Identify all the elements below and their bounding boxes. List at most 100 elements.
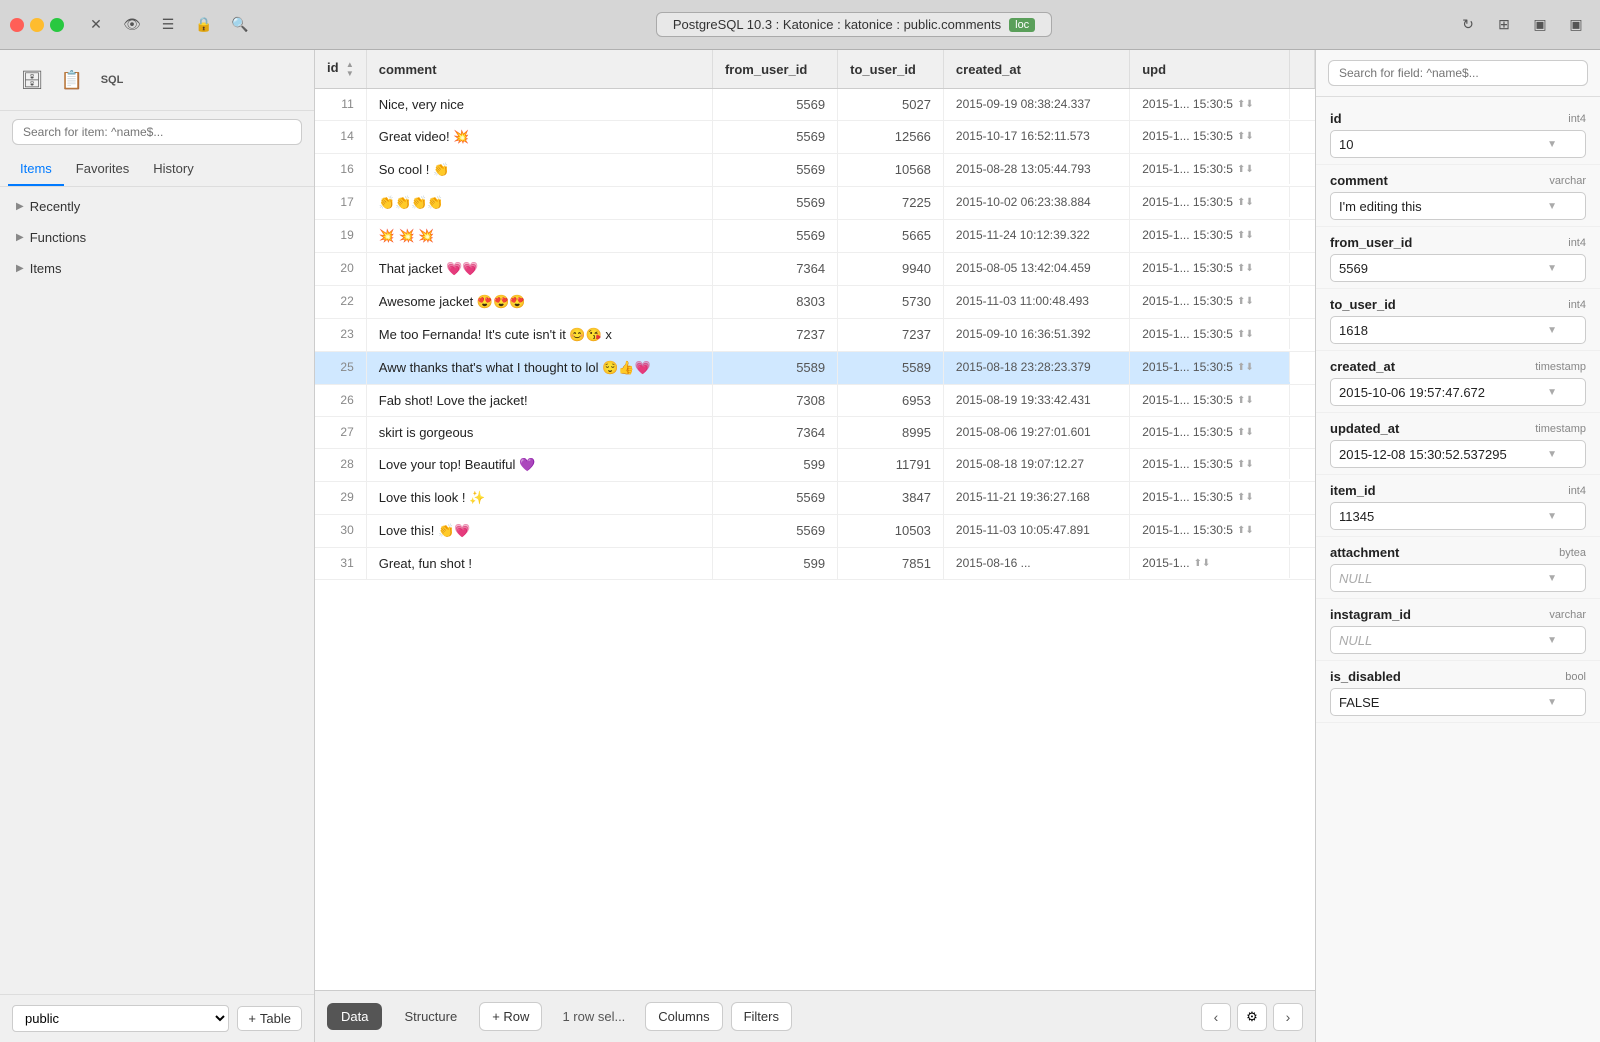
cell-upd: 2015-1... ⬆⬇ <box>1130 548 1289 578</box>
table-row[interactable]: 17 👏👏👏👏 5569 7225 2015-10-02 06:23:38.88… <box>315 187 1315 220</box>
panel-right-icon[interactable]: ▣ <box>1562 11 1590 39</box>
field-item: instagram_id varchar NULL ▼ <box>1316 599 1600 661</box>
field-value-dropdown[interactable]: NULL ▼ <box>1330 564 1586 592</box>
next-page-button[interactable]: › <box>1273 1003 1303 1031</box>
eye-icon[interactable]: 👁 <box>118 11 146 39</box>
lock-icon[interactable]: 🔒 <box>190 11 218 39</box>
field-value-dropdown[interactable]: 1618 ▼ <box>1330 316 1586 344</box>
sql-icon[interactable]: SQL <box>92 60 132 100</box>
cell-from-user-id: 7237 <box>712 319 837 352</box>
columns-button[interactable]: Columns <box>645 1002 722 1031</box>
table-row[interactable]: 22 Awesome jacket 😍😍😍 8303 5730 2015-11-… <box>315 286 1315 319</box>
table-row[interactable]: 27 skirt is gorgeous 7364 8995 2015-08-0… <box>315 417 1315 449</box>
cell-created-at: 2015-11-24 10:12:39.322 <box>943 220 1129 253</box>
plus-icon: + <box>248 1011 256 1026</box>
cell-id: 30 <box>315 515 366 548</box>
field-value-dropdown[interactable]: 2015-10-06 19:57:47.672 ▼ <box>1330 378 1586 406</box>
table-row[interactable]: 16 So cool ! 👏 5569 10568 2015-08-28 13:… <box>315 154 1315 187</box>
tab-data[interactable]: Data <box>327 1003 382 1030</box>
list-icon[interactable]: ☰ <box>154 11 182 39</box>
cell-to-user-id: 10568 <box>838 154 944 187</box>
fullscreen-button[interactable] <box>50 18 64 32</box>
cell-created-at: 2015-08-05 13:42:04.459 <box>943 253 1129 286</box>
table-row[interactable]: 11 Nice, very nice 5569 5027 2015-09-19 … <box>315 89 1315 121</box>
table-row[interactable]: 20 That jacket 💗💗 7364 9940 2015-08-05 1… <box>315 253 1315 286</box>
field-item: is_disabled bool FALSE ▼ <box>1316 661 1600 723</box>
sidebar-top-icons: 🗄 📋 SQL <box>0 50 314 111</box>
table-row[interactable]: 29 Love this look ! ✨ 5569 3847 2015-11-… <box>315 482 1315 515</box>
col-header-created-at[interactable]: created_at <box>943 50 1129 89</box>
col-header-from-user-id[interactable]: from_user_id <box>712 50 837 89</box>
field-value-dropdown[interactable]: 2015-12-08 15:30:52.537295 ▼ <box>1330 440 1586 468</box>
table-row[interactable]: 23 Me too Fernanda! It's cute isn't it 😊… <box>315 319 1315 352</box>
chevron-down-icon: ▼ <box>1547 139 1557 150</box>
cell-upd: 2015-1... 15:30:5 ⬆⬇ <box>1130 352 1289 382</box>
field-value-dropdown[interactable]: 5569 ▼ <box>1330 254 1586 282</box>
add-table-button[interactable]: + Table <box>237 1006 302 1031</box>
field-type: int4 <box>1568 237 1586 249</box>
table-row[interactable]: 19 💥 💥 💥 5569 5665 2015-11-24 10:12:39.3… <box>315 220 1315 253</box>
minimize-button[interactable] <box>30 18 44 32</box>
prev-page-button[interactable]: ‹ <box>1201 1003 1231 1031</box>
settings-button[interactable]: ⚙ <box>1237 1003 1267 1031</box>
table-row[interactable]: 14 Great video! 💥 5569 12566 2015-10-17 … <box>315 121 1315 154</box>
table-row[interactable]: 31 Great, fun shot ! 599 7851 2015-08-16… <box>315 548 1315 580</box>
field-list: id int4 10 ▼ comment varchar I'm editing… <box>1316 97 1600 1042</box>
cell-to-user-id: 5730 <box>838 286 944 319</box>
field-value-dropdown[interactable]: FALSE ▼ <box>1330 688 1586 716</box>
close-button[interactable] <box>10 18 24 32</box>
col-header-comment[interactable]: comment <box>366 50 712 89</box>
schema-selector[interactable]: public <box>12 1005 229 1032</box>
field-value-wrap: I'm editing this ▼ <box>1330 192 1586 220</box>
table-row[interactable]: 26 Fab shot! Love the jacket! 7308 6953 … <box>315 385 1315 417</box>
tab-structure[interactable]: Structure <box>390 1003 471 1030</box>
table-row[interactable]: 25 Aww thanks that's what I thought to l… <box>315 352 1315 385</box>
table-wrapper[interactable]: id ▲▼ comment from_user_id to_user_id cr… <box>315 50 1315 990</box>
field-value-dropdown[interactable]: I'm editing this ▼ <box>1330 192 1586 220</box>
col-header-id[interactable]: id ▲▼ <box>315 50 366 89</box>
cell-upd: 2015-1... 15:30:5 ⬆⬇ <box>1130 286 1289 316</box>
pagination-nav: ‹ ⚙ › <box>1201 1003 1303 1031</box>
grid-icon[interactable]: ⊞ <box>1490 11 1518 39</box>
field-name: is_disabled <box>1330 669 1401 684</box>
close-icon[interactable]: ✕ <box>82 11 110 39</box>
tab-items[interactable]: Items <box>8 153 64 186</box>
cell-created-at: 2015-11-03 10:05:47.891 <box>943 515 1129 548</box>
field-value-dropdown[interactable]: 11345 ▼ <box>1330 502 1586 530</box>
sidebar-item-functions[interactable]: ▶ Functions <box>0 222 314 253</box>
sidebar-item-items[interactable]: ▶ Items <box>0 253 314 284</box>
tab-favorites[interactable]: Favorites <box>64 153 141 186</box>
tab-history[interactable]: History <box>141 153 205 186</box>
cell-to-user-id: 5665 <box>838 220 944 253</box>
sidebar-search-area <box>0 111 314 153</box>
field-item: from_user_id int4 5569 ▼ <box>1316 227 1600 289</box>
panel-left-icon[interactable]: ▣ <box>1526 11 1554 39</box>
table-icon[interactable]: 📋 <box>52 60 92 100</box>
field-type: bytea <box>1559 547 1586 559</box>
cell-comment: That jacket 💗💗 <box>366 253 712 286</box>
add-row-button[interactable]: + Row <box>479 1002 542 1031</box>
sidebar-search-input[interactable] <box>12 119 302 145</box>
cell-upd: 2015-1... 15:30:5 ⬆⬇ <box>1130 385 1289 415</box>
database-icon[interactable]: 🗄 <box>12 60 52 100</box>
field-value-wrap: 11345 ▼ <box>1330 502 1586 530</box>
field-value-wrap: FALSE ▼ <box>1330 688 1586 716</box>
cell-to-user-id: 3847 <box>838 482 944 515</box>
field-value-dropdown[interactable]: NULL ▼ <box>1330 626 1586 654</box>
field-value-dropdown[interactable]: 10 ▼ <box>1330 130 1586 158</box>
field-search-input[interactable] <box>1328 60 1588 86</box>
refresh-icon[interactable]: ↻ <box>1454 11 1482 39</box>
col-header-upd[interactable]: upd <box>1130 50 1290 89</box>
field-header: attachment bytea <box>1330 545 1586 560</box>
field-value-wrap: NULL ▼ <box>1330 564 1586 592</box>
chevron-down-icon: ▼ <box>1547 325 1557 336</box>
field-value-text: FALSE <box>1339 695 1547 710</box>
table-row[interactable]: 30 Love this! 👏💗 5569 10503 2015-11-03 1… <box>315 515 1315 548</box>
col-header-to-user-id[interactable]: to_user_id <box>838 50 944 89</box>
search-icon[interactable]: 🔍 <box>226 11 254 39</box>
sidebar-bottom: public + Table <box>0 994 314 1042</box>
filters-button[interactable]: Filters <box>731 1002 792 1031</box>
scrollbar-spacer <box>1290 50 1315 89</box>
table-row[interactable]: 28 Love your top! Beautiful 💜 599 11791 … <box>315 449 1315 482</box>
sidebar-item-recently[interactable]: ▶ Recently <box>0 191 314 222</box>
